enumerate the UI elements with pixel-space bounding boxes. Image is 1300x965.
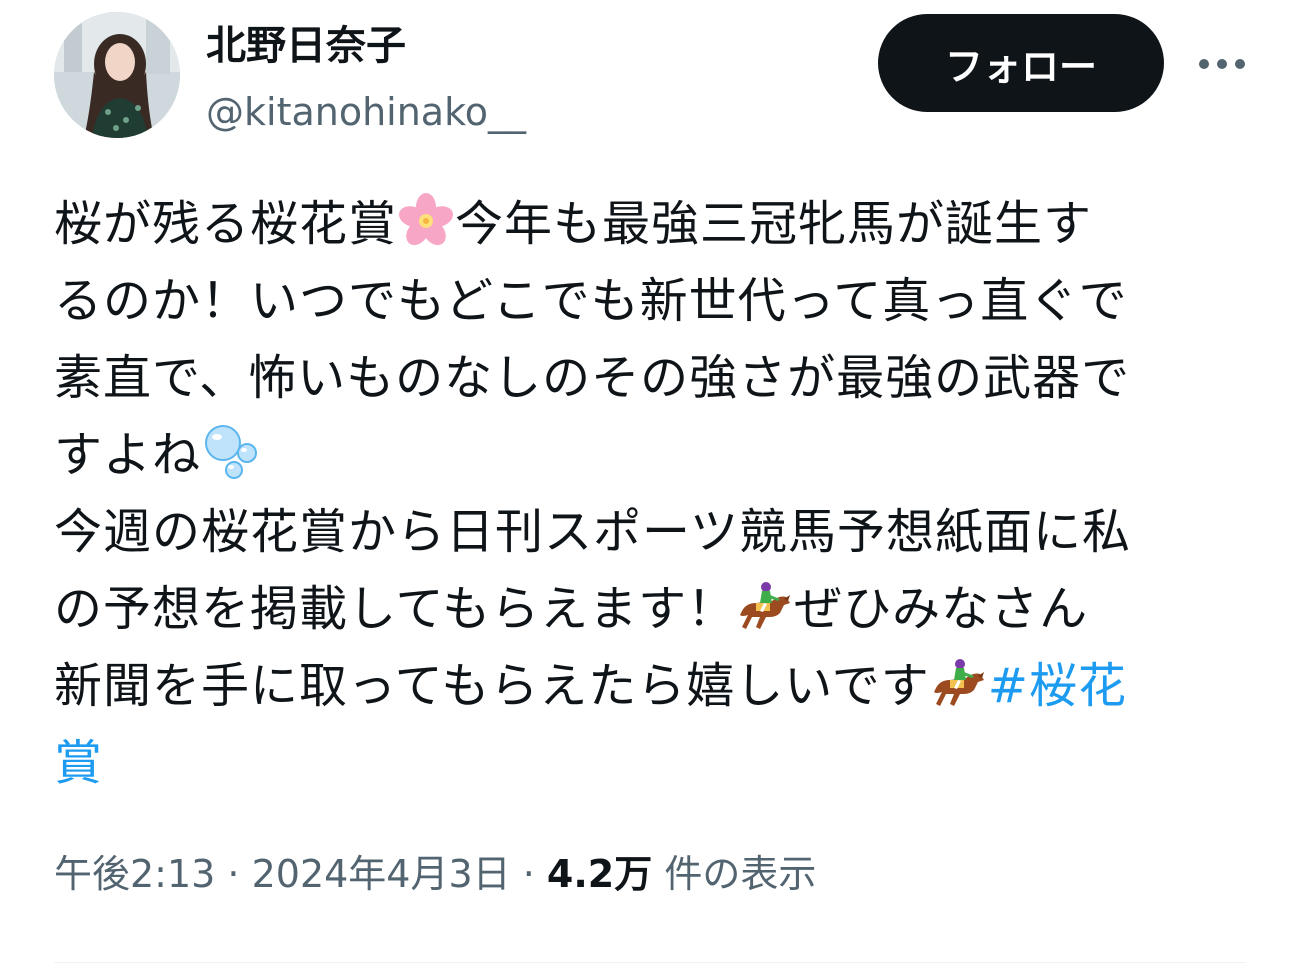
more-icon: [1199, 59, 1245, 69]
display-name[interactable]: 北野日奈子: [206, 20, 526, 72]
tweet-line: 今週の桜花賞から日刊スポーツ競馬予想紙面に私: [54, 494, 1244, 571]
tweet-text-segment: 今年も最強三冠牝馬が誕生す: [455, 196, 1093, 252]
tweet-text-segment: 素直で、怖いものなしのその強さが最強の武器で: [54, 350, 1131, 406]
tweet-date[interactable]: 2024年4月3日: [252, 852, 511, 896]
horse-racing-icon: [740, 582, 791, 629]
tweet-line: 素直で、怖いものなしのその強さが最強の武器で: [54, 340, 1244, 417]
hashtag-link[interactable]: 賞: [54, 735, 103, 791]
views-label: 件の表示: [652, 852, 817, 896]
meta-separator: ·: [510, 852, 547, 896]
views-count[interactable]: 4.2万: [547, 852, 652, 896]
tweet-text-segment: ぜひみなさん: [794, 581, 1089, 637]
tweet-text-segment: 新聞を手に取ってもらえたら嬉しいです: [54, 658, 930, 714]
tweet-line: るのか！いつでもどこでも新世代って真っ直ぐで: [54, 263, 1244, 340]
more-button[interactable]: [1190, 42, 1254, 86]
bubbles-icon: [205, 425, 258, 479]
hashtag-link[interactable]: #桜花: [988, 658, 1127, 714]
tweet-time[interactable]: 午後2:13: [54, 852, 215, 896]
tweet-text-segment: 桜が残る桜花賞: [54, 196, 398, 252]
tweet-text-segment: 今週の桜花賞から日刊スポーツ競馬予想紙面に私: [54, 504, 1132, 560]
divider: [54, 962, 1246, 963]
tweet-text-segment: の予想を掲載してもらえます！: [54, 581, 737, 637]
tweet-meta: 午後2:13 · 2024年4月3日 · 4.2万 件の表示: [54, 848, 816, 900]
user-block: 北野日奈子 @kitanohinako__: [206, 20, 526, 138]
tweet-text: 桜が残る桜花賞 今年も最強三冠牝馬が誕生す るのか！いつでもどこでも新世代って真…: [54, 186, 1244, 802]
tweet-line: 桜が残る桜花賞 今年も最強三冠牝馬が誕生す: [54, 186, 1244, 263]
tweet-header: 北野日奈子 @kitanohinako__ フォロー: [54, 12, 1254, 142]
horse-racing-icon: [933, 659, 984, 706]
follow-button[interactable]: フォロー: [878, 14, 1164, 112]
avatar[interactable]: [54, 12, 180, 138]
user-handle[interactable]: @kitanohinako__: [206, 86, 526, 138]
tweet-line: 賞: [54, 725, 1244, 802]
tweet-line: の予想を掲載してもらえます！ ぜひみなさん: [54, 571, 1244, 648]
tweet-text-segment: すよね: [54, 427, 202, 483]
tweet-line: 新聞を手に取ってもらえたら嬉しいです #桜花: [54, 648, 1244, 725]
tweet-text-segment: るのか！いつでもどこでも新世代って真っ直ぐで: [54, 273, 1128, 329]
cherry-blossom-icon: [399, 193, 453, 246]
meta-separator: ·: [215, 852, 252, 896]
tweet-line: すよね: [54, 417, 1244, 494]
